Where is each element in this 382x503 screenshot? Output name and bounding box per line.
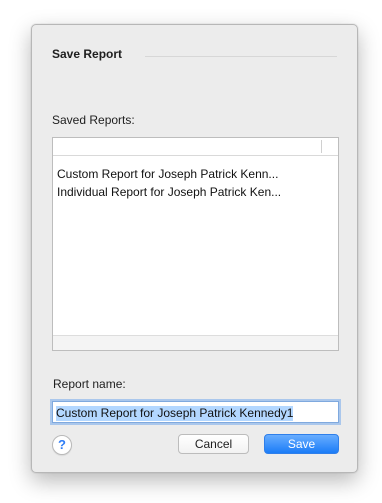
dialog-title: Save Report (52, 47, 123, 61)
cancel-button[interactable]: Cancel (178, 434, 249, 454)
column-divider[interactable] (321, 140, 322, 153)
report-name-value[interactable]: Custom Report for Joseph Patrick Kennedy… (56, 406, 294, 421)
list-header (53, 138, 338, 156)
report-name-input[interactable]: Custom Report for Joseph Patrick Kennedy… (52, 401, 339, 423)
list-item[interactable]: Individual Report for Joseph Patrick Ken… (53, 183, 338, 201)
list-scroll-area[interactable] (53, 335, 338, 350)
report-name-label: Report name: (53, 377, 126, 391)
list-item[interactable]: Custom Report for Joseph Patrick Kenn... (53, 165, 338, 183)
list-items: Custom Report for Joseph Patrick Kenn...… (53, 165, 338, 201)
title-divider (145, 56, 337, 57)
saved-reports-label: Saved Reports: (52, 113, 135, 127)
save-report-dialog: Save Report Saved Reports: Custom Report… (31, 24, 358, 473)
save-button[interactable]: Save (264, 434, 339, 454)
saved-reports-list[interactable]: Custom Report for Joseph Patrick Kenn...… (52, 137, 339, 351)
question-mark-icon: ? (58, 437, 66, 452)
help-button[interactable]: ? (52, 435, 72, 455)
